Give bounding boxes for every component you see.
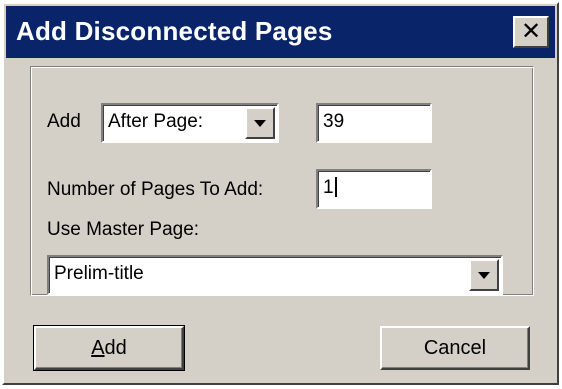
- cancel-button-label: Cancel: [423, 337, 487, 359]
- add-mnemonic: A: [91, 337, 105, 359]
- num-pages-content: 1: [323, 177, 337, 199]
- add-disconnected-pages-dialog: Add Disconnected Pages ✕ Add After Page:…: [2, 2, 559, 385]
- num-pages-value: 1: [323, 177, 334, 198]
- text-caret: [334, 177, 337, 197]
- chevron-down-icon: [254, 120, 266, 127]
- master-page-select[interactable]: Prelim-title: [47, 255, 503, 295]
- master-page-label: Use Master Page:: [47, 219, 200, 240]
- num-pages-label: Number of Pages To Add:: [47, 179, 264, 200]
- master-page-dropdown-button[interactable]: [469, 259, 499, 291]
- close-button[interactable]: ✕: [513, 16, 549, 48]
- chevron-down-icon: [478, 272, 490, 279]
- close-icon: ✕: [520, 17, 542, 45]
- cancel-button[interactable]: Cancel: [380, 326, 530, 370]
- position-select[interactable]: After Page:: [101, 103, 279, 143]
- add-button-label: dd: [104, 337, 127, 359]
- position-dropdown-button[interactable]: [245, 107, 275, 139]
- position-select-value: After Page:: [108, 111, 204, 132]
- add-label: Add: [47, 111, 81, 132]
- add-button[interactable]: Add: [33, 325, 185, 371]
- page-number-value: 39: [323, 111, 345, 132]
- options-group: Add After Page: 39 Number of Pages To Ad…: [30, 66, 534, 296]
- master-page-value: Prelim-title: [54, 263, 144, 284]
- title-bar[interactable]: Add Disconnected Pages ✕: [6, 6, 555, 58]
- window-title: Add Disconnected Pages: [16, 16, 333, 46]
- page-number-field[interactable]: 39: [316, 103, 432, 143]
- num-pages-field[interactable]: 1: [316, 169, 432, 209]
